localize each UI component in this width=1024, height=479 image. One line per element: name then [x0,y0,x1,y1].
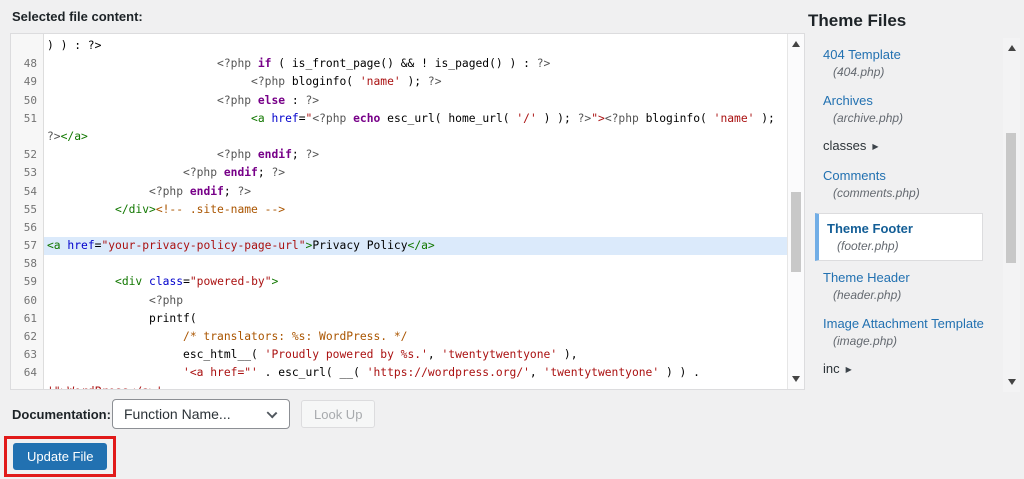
theme-folder-item[interactable]: inc ▶ [815,361,1003,378]
code-line[interactable]: <a href="<?php echo esc_url( home_url( '… [44,110,787,128]
editor-scrollbar[interactable] [787,34,804,389]
theme-file-name: (footer.php) [837,239,899,253]
code-line[interactable]: <?php endif; ?> [44,183,787,201]
documentation-label: Documentation: [12,407,111,422]
line-number: 54 [23,184,37,198]
code-line[interactable]: /* translators: %s: WordPress. */ [44,328,787,346]
line-number: 62 [23,330,37,343]
code-line[interactable]: ) ) : ?> [44,37,787,55]
code-editor[interactable]: 48 49 50 51 52 53 54 55 56 57 58 59 60 61 62 63 64 ) ) :… [10,33,805,390]
line-number [11,383,43,389]
scroll-up-icon[interactable] [1007,45,1016,51]
theme-file-item[interactable]: Main Index Template [815,390,1003,392]
theme-file-name: (image.php) [833,334,898,348]
update-file-button[interactable]: Update File [13,443,108,470]
line-number: 64 [23,366,37,380]
code-line[interactable]: <?php if ( is_front_page() && ! is_paged… [44,55,787,73]
line-number: 57 [23,239,37,253]
line-number: 58 [23,257,37,271]
theme-file-link[interactable]: Image Attachment Template [823,316,984,332]
line-numbers: 48 49 50 51 52 53 54 55 56 57 58 59 60 61 62 63 64 [11,34,44,389]
code-line[interactable]: <?php else : ?> [44,92,787,110]
line-number: 55 [23,202,37,216]
line-number: 53 [23,166,37,180]
theme-file-item[interactable]: Theme Header (header.php) [815,269,1003,303]
theme-file-link[interactable]: 404 Template [823,47,901,63]
documentation-select-value: Function Name... [124,406,231,422]
code-line[interactable] [44,255,787,273]
chevron-down-icon [266,407,278,419]
code-line[interactable]: esc_html__( 'Proudly powered by %s.', 't… [44,346,787,364]
theme-file-name: (404.php) [833,65,885,79]
line-number: 63 [23,348,37,362]
sidebar-scrollbar[interactable] [1003,38,1020,392]
line-number: 49 [23,75,37,89]
annotation-highlight-box: Update File [4,436,117,477]
page: { "colors": { "page_bg": "#f0f0f1", "acc… [0,0,1024,479]
line-number [11,37,43,55]
scroll-up-icon[interactable] [792,41,800,47]
theme-file-name: (comments.php) [833,186,920,200]
documentation-select[interactable]: Function Name... [112,399,290,429]
folder-expand-icon: ▶ [845,365,852,374]
theme-file-name: (archive.php) [833,111,904,125]
code-line[interactable]: <?php endif; ?> [44,164,787,182]
look-up-button[interactable]: Look Up [301,400,376,428]
folder-expand-icon: ▶ [872,142,879,151]
folder-label: inc [823,361,840,376]
code-line-active[interactable]: <a href="your-privacy-policy-page-url">P… [44,237,787,256]
theme-file-item[interactable]: 404 Template (404.php) [815,46,1003,80]
line-number: 51 [23,111,37,125]
code-line[interactable]: printf( [44,310,787,328]
line-number: 60 [23,293,37,307]
selected-file-content-label: Selected file content: [12,9,143,24]
theme-file-item[interactable]: Image Attachment Template (image.php) [815,315,1003,349]
line-number: 59 [23,275,37,289]
code-lines[interactable]: ) ) : ?> <?php if ( is_front_page() && !… [44,34,787,389]
line-number: 48 [23,57,37,71]
theme-file-link[interactable]: Main Index Template [823,391,943,392]
code-line[interactable] [44,219,787,237]
line-number [11,128,43,146]
theme-file-item-selected[interactable]: Theme Footer (footer.php) [815,213,983,261]
line-number: 52 [23,148,37,162]
scroll-down-icon[interactable] [1007,379,1016,385]
line-number: 50 [23,93,37,107]
theme-file-link[interactable]: Archives [823,93,873,109]
code-line[interactable]: </div><!-- .site-name --> [44,201,787,219]
code-line[interactable]: '<a href="' . esc_url( __( 'https://word… [44,364,787,382]
code-line[interactable]: <?php [44,292,787,310]
sidebar-scrollbar-thumb[interactable] [1006,133,1016,263]
theme-file-link[interactable]: Theme Footer [827,221,913,237]
line-number: 61 [23,311,37,325]
theme-files-list: 404 Template (404.php) Archives (archive.ph… [815,38,1020,392]
theme-file-link[interactable]: Theme Header [823,270,910,286]
code-line[interactable]: ?></a> [44,128,787,146]
scroll-down-icon[interactable] [792,376,800,382]
code-line[interactable]: <?php bloginfo( 'name' ); ?> [44,73,787,91]
code-line[interactable]: <div class="powered-by"> [44,273,787,291]
theme-files-heading: Theme Files [808,11,907,30]
line-number: 56 [23,220,37,234]
theme-file-link[interactable]: Comments [823,168,886,184]
theme-folder-item[interactable]: classes ▶ [815,138,1003,155]
code-line[interactable]: <?php endif; ?> [44,146,787,164]
theme-file-name: (header.php) [833,288,902,302]
theme-file-item[interactable]: Archives (archive.php) [815,92,1003,126]
code-line[interactable]: '">WordPress</a>' [44,383,787,389]
theme-files-items: 404 Template (404.php) Archives (archive.ph… [815,46,1003,392]
theme-file-item[interactable]: Comments (comments.php) [815,167,1003,201]
editor-scrollbar-thumb[interactable] [791,192,801,272]
folder-label: classes [823,138,867,153]
